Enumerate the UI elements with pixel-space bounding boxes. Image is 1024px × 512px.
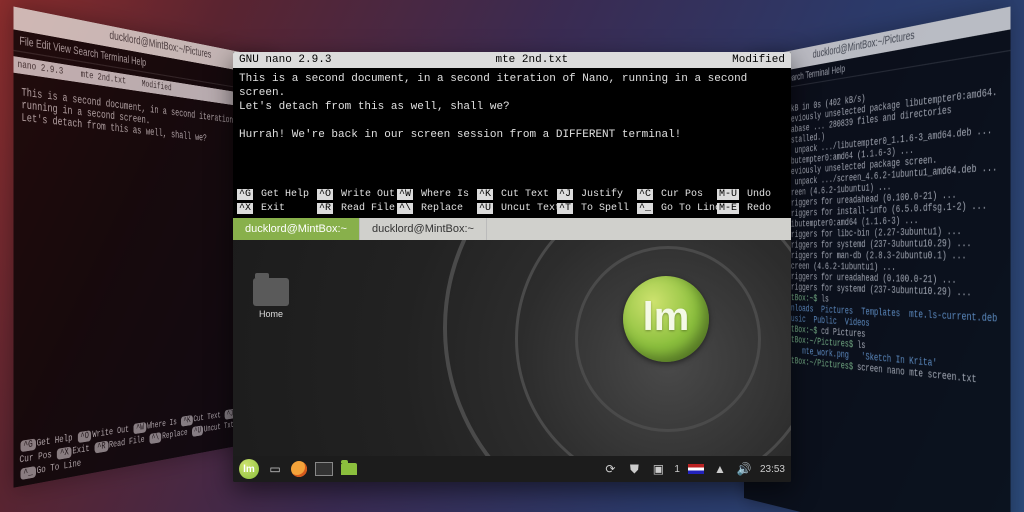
tray-shield-icon[interactable]: ⛊ (626, 461, 642, 477)
show-desktop-icon[interactable]: ▭ (267, 461, 283, 477)
nano-shortcut-bar: ^G Get Help^O Write Out^W Where Is^K Cut… (233, 186, 791, 218)
clock[interactable]: 23:53 (760, 464, 785, 475)
folder-icon (253, 278, 289, 306)
nano-app-name: GNU nano 2.9.3 (239, 53, 331, 67)
volume-icon[interactable]: 🔊 (736, 461, 752, 477)
nano-status: Modified (732, 53, 785, 67)
nano-filename: mte 2nd.txt (495, 53, 568, 67)
nano-titlebar: GNU nano 2.9.3 mte 2nd.txt Modified (233, 52, 791, 68)
flag-icon[interactable] (688, 464, 704, 474)
nano-text-area[interactable]: This is a second document, in a second i… (233, 68, 791, 146)
tab-active[interactable]: ducklord@MintBox:~ (233, 218, 360, 240)
files-icon[interactable] (341, 463, 357, 475)
mint-logo-icon: lm (623, 276, 709, 362)
taskbar: lm ▭ ⟳ ⛊ ▣ 1 ▲ 🔊 23:53 (233, 456, 791, 482)
tray-display-icon[interactable]: ▣ (650, 461, 666, 477)
mint-menu-button[interactable]: lm (239, 459, 259, 479)
terminal-icon[interactable] (315, 462, 333, 476)
keyboard-layout-indicator[interactable]: 1 (674, 464, 680, 475)
tray-update-icon[interactable]: ⟳ (602, 461, 618, 477)
desktop-folder-home[interactable]: Home (253, 278, 289, 319)
firefox-icon[interactable] (291, 461, 307, 477)
tab-inactive[interactable]: ducklord@MintBox:~ (360, 218, 487, 240)
network-icon[interactable]: ▲ (712, 461, 728, 477)
nano-editor-window[interactable]: GNU nano 2.9.3 mte 2nd.txt Modified This… (233, 52, 791, 219)
center-desktop: lm Home GNU nano 2.9.3 mte 2nd.txt Modif… (233, 52, 791, 482)
terminal-tabs: ducklord@MintBox:~ ducklord@MintBox:~ (233, 218, 791, 240)
